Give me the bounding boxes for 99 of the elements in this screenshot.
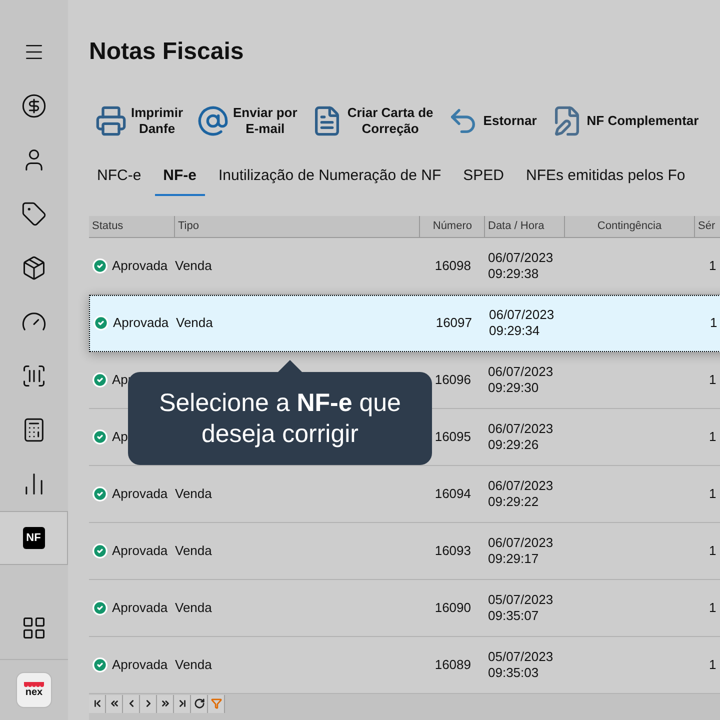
check-icon [92,656,108,672]
time-text: 09:29:17 [488,550,540,566]
number-text: 16094 [434,484,471,503]
date-text: 06/07/2023 [488,534,554,550]
number-text: 16093 [434,542,471,560]
date-text: 06/07/2023 [488,364,554,380]
type-text: Venda [176,315,213,330]
tab[interactable]: SPED [455,165,512,196]
time-text: 09:29:22 [488,494,540,510]
pager-button[interactable] [191,694,208,712]
status-text: Ap [112,428,128,446]
logo-text: nex [25,688,43,698]
tab[interactable]: NFEs emitidas pelos Fo [518,165,694,196]
type-text: Venda [175,258,212,273]
dollar-icon [21,93,47,119]
pager-button[interactable] [140,694,157,712]
first-page-icon [92,698,102,709]
date-text: 05/07/2023 [488,648,554,664]
page-title: Notas Fiscais [89,38,245,66]
fast-back-icon [108,698,120,709]
series-text: 1 [709,372,716,387]
column-header[interactable]: Tipo [175,216,420,236]
check-icon [92,486,108,502]
status-text: Aprovada [112,256,168,275]
series-text: 1 [709,486,716,501]
check-icon [92,542,108,558]
time-text: 09:35:03 [488,664,540,680]
type-text: Venda [175,486,212,501]
time-text: 09:35:07 [488,608,540,624]
series-text: 1 [710,315,718,330]
time-text: 09:29:30 [488,380,540,396]
pager-button[interactable] [89,694,106,712]
last-page-icon [176,698,188,709]
check-icon [92,428,108,444]
tab[interactable]: NFC-e [89,165,150,196]
type-text: Venda [175,542,212,558]
status-text: Aprovada [113,314,169,332]
column-header[interactable]: Sér [695,216,720,236]
date-text: 06/07/2023 [489,307,556,323]
pager-button[interactable] [106,694,123,712]
date-text: 06/07/2023 [488,420,554,436]
table-row[interactable]: Aprovada Venda 16093 06/07/2023 09:29:17 1 [89,522,720,580]
column-header[interactable]: Contingência [565,216,695,236]
pager-button[interactable] [157,694,174,712]
status-text: Aprovada [112,598,168,617]
tab[interactable]: Inutilização de Numeração de NF [210,165,450,196]
status-text: Aprovada [112,656,168,674]
check-icon [92,600,108,616]
type-text: Venda [175,600,212,615]
check-icon [93,315,109,331]
nf-badge: NF [22,527,44,549]
series-text: 1 [709,600,716,615]
table-row[interactable]: Aprovada Venda 16090 05/07/2023 09:35:07 1 [89,580,720,636]
column-header[interactable]: Status [89,216,175,236]
table-row[interactable]: Aprovada Venda 16097 06/07/2023 09:29:34 1 [89,294,720,352]
refresh-icon [194,698,204,709]
tag-icon [21,201,47,227]
series-text: 1 [709,258,716,273]
number-text: 16095 [434,428,471,446]
series-text: 1 [709,656,716,672]
date-text: 06/07/2023 [488,250,554,266]
grid-icon [21,615,47,641]
tab[interactable]: NF-e [155,165,205,196]
fast-forward-icon [160,698,170,709]
time-text: 09:29:34 [489,323,541,339]
filter-icon [210,698,222,709]
series-text: 1 [709,428,716,444]
toolbar-button[interactable]: Estornar [447,105,537,137]
number-text: 16089 [434,656,471,674]
at-sign-icon [197,105,230,137]
number-text: 16090 [434,598,471,617]
status-text: Aprovada [112,542,168,560]
type-text: Venda [175,656,212,672]
date-text: 06/07/2023 [488,478,554,494]
barcode-icon [21,363,47,389]
time-text: 09:29:26 [488,436,540,452]
nex-logo[interactable]: nex [16,672,52,708]
column-header[interactable]: Número [420,216,485,236]
toolbar-button[interactable]: Criar Carta de Correção [311,105,434,137]
number-text: 16096 [434,370,471,389]
tooltip-text: Selecione a NF-e que deseja corrigir [159,388,401,450]
toolbar-button[interactable]: Imprimir Danfe [95,105,184,137]
sidebar-item[interactable]: NF [0,511,68,565]
box-icon [21,255,47,281]
number-text: 16097 [436,314,472,332]
status-text: Aprovada [112,484,168,503]
pager-button[interactable] [174,694,191,712]
date-text: 05/07/2023 [488,592,554,608]
column-header[interactable]: Data / Hora [485,216,565,236]
awning-icon [24,682,44,688]
time-text: 09:29:38 [488,266,540,282]
pager-button[interactable] [123,694,140,712]
number-text: 16098 [434,256,471,275]
check-icon [92,258,108,274]
toolbar-button[interactable]: NF Complementar [550,105,699,137]
printer-icon [95,105,127,137]
toolbar-button[interactable]: Enviar por E-mail [197,105,298,137]
check-icon [92,372,108,388]
series-text: 1 [709,542,716,558]
